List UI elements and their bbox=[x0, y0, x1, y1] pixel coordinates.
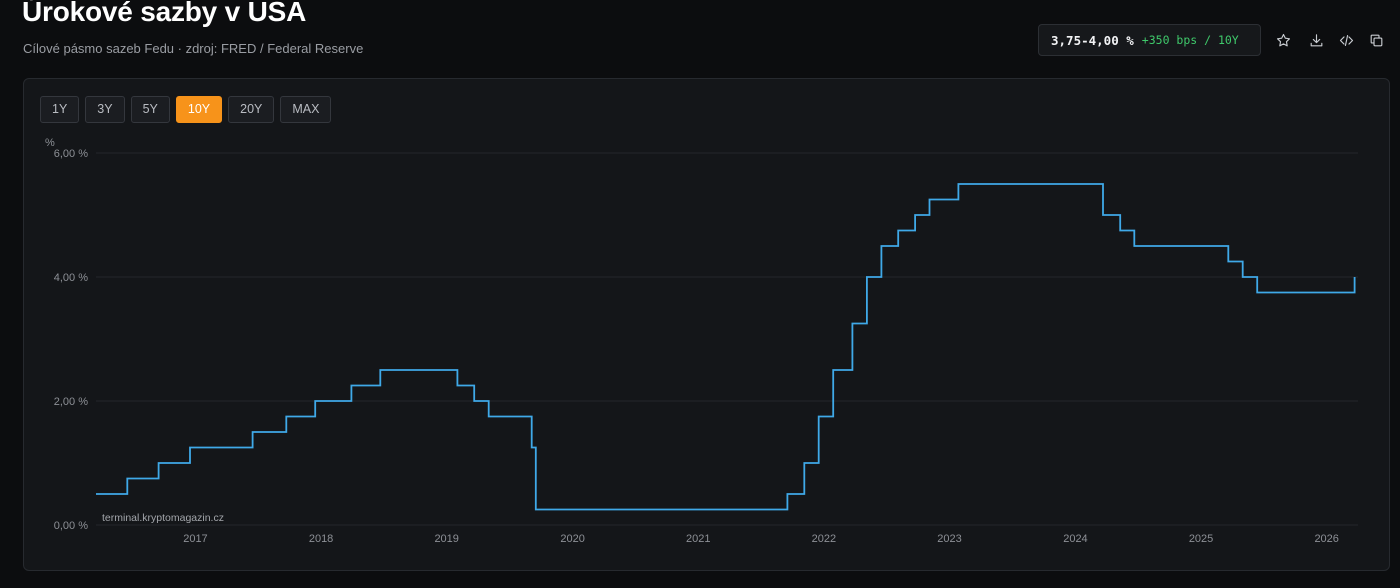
rate-series-line bbox=[96, 183, 1356, 511]
page-subtitle: Cílové pásmo sazeb Fedu · zdroj: FRED / … bbox=[23, 41, 364, 56]
download-button[interactable] bbox=[1304, 28, 1328, 52]
x-tick-label: 2018 bbox=[309, 533, 333, 545]
page-title: Úrokové sazby v USA bbox=[22, 0, 307, 27]
code-icon bbox=[1339, 34, 1353, 46]
watermark: terminal.kryptomagazin.cz bbox=[102, 512, 224, 524]
x-tick-label: 2025 bbox=[1189, 533, 1213, 545]
y-tick-label: 2,00 % bbox=[54, 396, 88, 408]
x-tick-label: 2022 bbox=[812, 533, 836, 545]
x-tick-label: 2021 bbox=[686, 533, 710, 545]
current-rate-value: 3,75-4,00 % bbox=[1051, 32, 1134, 48]
x-tick-label: 2019 bbox=[434, 533, 458, 545]
y-tick-label: 0,00 % bbox=[54, 520, 88, 532]
download-icon bbox=[1310, 33, 1322, 46]
embed-code-button[interactable] bbox=[1334, 28, 1358, 52]
x-tick-label: 2023 bbox=[937, 533, 961, 545]
x-tick-label: 2020 bbox=[560, 533, 584, 545]
x-tick-label: 2026 bbox=[1314, 533, 1338, 545]
favorite-button[interactable] bbox=[1271, 28, 1295, 52]
current-rate-box: 3,75-4,00 % +350 bps / 10Y bbox=[1038, 24, 1261, 56]
chart-panel: 1Y 3Y 5Y 10Y 20Y MAX % 0,00 % 2,00 % 4,00 %… bbox=[23, 78, 1390, 571]
rate-change-badge: +350 bps / 10Y bbox=[1141, 33, 1239, 47]
rate-chart: %0,00 %2,00 %4,00 %6,00 %2017 2018 2019 202… bbox=[45, 137, 1358, 545]
x-tick-label: 2024 bbox=[1063, 533, 1087, 545]
copy-button[interactable] bbox=[1364, 28, 1388, 52]
x-tick-label: 2017 bbox=[183, 533, 207, 545]
star-icon bbox=[1276, 33, 1290, 46]
y-tick-label: 4,00 % bbox=[54, 272, 88, 284]
copy-icon bbox=[1370, 34, 1382, 46]
y-tick-label: 6,00 % bbox=[54, 148, 88, 160]
